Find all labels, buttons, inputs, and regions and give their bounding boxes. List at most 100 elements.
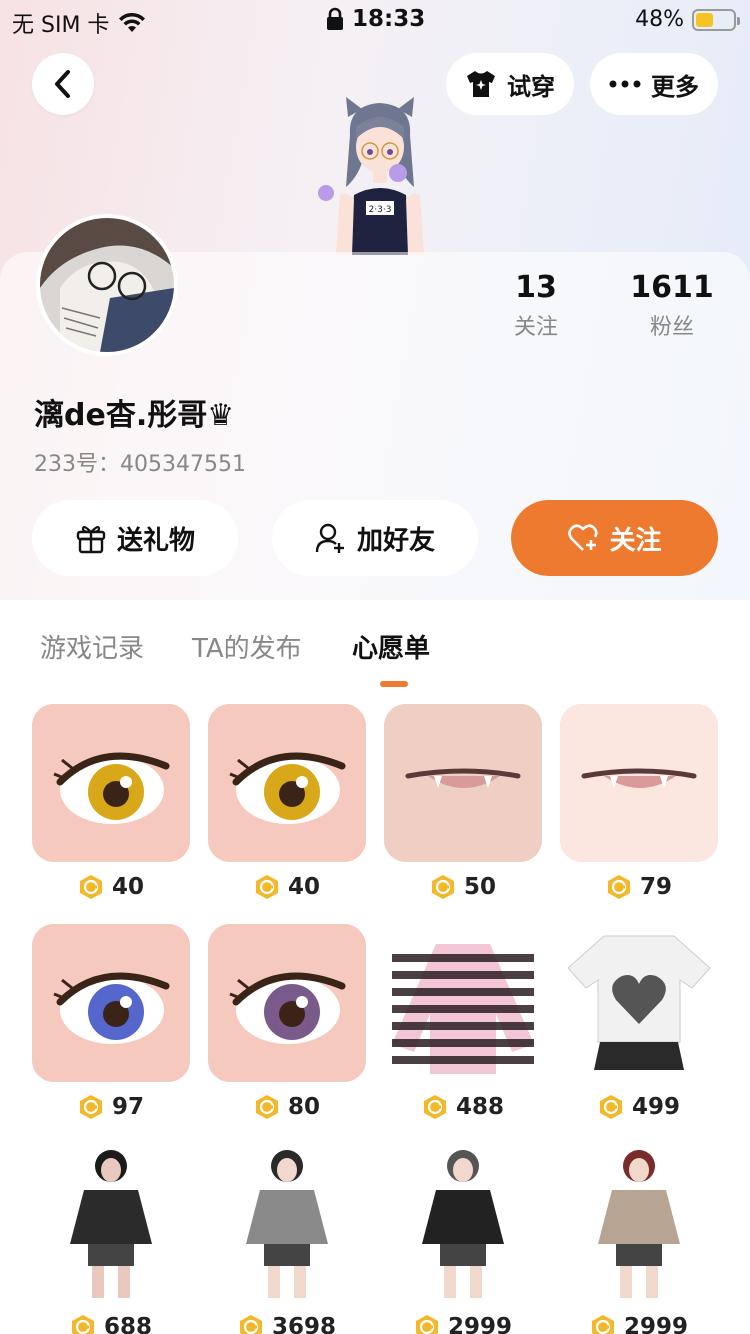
- try-on-label: 试穿: [507, 72, 555, 101]
- profile-tabs: 游戏记录 TA的发布 心愿单: [0, 600, 750, 692]
- wishlist-item-price: 3698: [208, 1314, 366, 1334]
- more-button[interactable]: 更多: [590, 53, 718, 115]
- wishlist-item-price: 40: [32, 874, 190, 900]
- wishlist-item-thumbnail: [32, 1144, 190, 1302]
- wishlist-item-thumbnail: [384, 924, 542, 1082]
- coin-icon: [431, 875, 454, 899]
- wishlist-item-price: 688: [32, 1314, 190, 1334]
- wishlist-item[interactable]: 2999: [384, 1144, 542, 1334]
- tab-wishlist[interactable]: 心愿单: [352, 628, 430, 665]
- price-value: 80: [287, 1094, 320, 1120]
- wishlist-item-thumbnail: [384, 1144, 542, 1302]
- price-value: 3698: [271, 1314, 336, 1334]
- coin-icon: [415, 1315, 438, 1334]
- wishlist-item-thumbnail: [560, 704, 718, 862]
- price-value: 488: [455, 1094, 504, 1120]
- wishlist-item[interactable]: 3698: [208, 1144, 366, 1334]
- heart-plus-icon: [568, 524, 599, 551]
- wishlist-item[interactable]: 40: [208, 704, 366, 900]
- wishlist-item-price: 79: [560, 874, 718, 900]
- clock: 18:33: [326, 6, 425, 32]
- coin-icon: [79, 875, 102, 899]
- price-value: 50: [463, 874, 496, 900]
- wishlist-item-price: 40: [208, 874, 366, 900]
- battery-level: [696, 12, 714, 27]
- wishlist-item-price: 499: [560, 1094, 718, 1120]
- wishlist-item-price: 97: [32, 1094, 190, 1120]
- svg-text:2·3·3: 2·3·3: [369, 205, 392, 215]
- price-value: 97: [111, 1094, 144, 1120]
- wishlist-item[interactable]: 488: [384, 924, 542, 1120]
- wishlist-item-price: 80: [208, 1094, 366, 1120]
- wishlist-item-thumbnail: [208, 1144, 366, 1302]
- tab-posts[interactable]: TA的发布: [192, 628, 302, 665]
- battery-icon: [692, 8, 740, 31]
- following-stat[interactable]: 13 关注: [476, 270, 596, 341]
- following-count: 13: [515, 270, 557, 305]
- coin-icon: [591, 1315, 614, 1334]
- status-bar: 无 SIM 卡 18:33 48%: [0, 0, 750, 40]
- price-value: 499: [631, 1094, 680, 1120]
- coin-icon: [255, 875, 278, 899]
- time-label: 18:33: [352, 6, 426, 32]
- send-gift-button[interactable]: 送礼物: [32, 500, 238, 576]
- lock-icon: [327, 7, 343, 30]
- try-on-button[interactable]: 试穿: [446, 53, 574, 115]
- follow-label: 关注: [609, 525, 662, 556]
- price-value: 688: [103, 1314, 152, 1334]
- user-id: 233号：405347551: [34, 452, 246, 477]
- wishlist-item[interactable]: 2999: [560, 1144, 718, 1334]
- fans-label: 粉丝: [649, 315, 694, 340]
- fans-stat[interactable]: 1611 粉丝: [612, 270, 732, 341]
- carrier-indicator: 无 SIM 卡: [12, 7, 147, 39]
- tshirt-icon: [467, 71, 495, 97]
- price-value: 40: [111, 874, 144, 900]
- price-value: 79: [639, 874, 672, 900]
- username: 漓de杳.彤哥♛: [34, 398, 235, 433]
- tab-game-records[interactable]: 游戏记录: [40, 628, 144, 665]
- more-label: 更多: [651, 72, 699, 101]
- wishlist-item-thumbnail: [208, 924, 366, 1082]
- coin-icon: [79, 1095, 102, 1119]
- add-friend-label: 加好友: [356, 525, 435, 556]
- wishlist-item-price: 2999: [384, 1314, 542, 1334]
- gift-icon: [76, 525, 106, 554]
- wishlist-item[interactable]: 97: [32, 924, 190, 1120]
- add-user-icon: [315, 523, 344, 553]
- coin-icon: [255, 1095, 278, 1119]
- wishlist-item-price: 2999: [560, 1314, 718, 1334]
- wishlist-item[interactable]: 50: [384, 704, 542, 900]
- back-button[interactable]: [32, 53, 94, 115]
- price-value: 2999: [623, 1314, 688, 1334]
- price-value: 2999: [447, 1314, 512, 1334]
- wishlist-item[interactable]: 688: [32, 1144, 190, 1334]
- wishlist-item-thumbnail: [32, 704, 190, 862]
- wishlist-item-thumbnail: [560, 924, 718, 1082]
- wishlist-item-thumbnail: [560, 1144, 718, 1302]
- coin-icon: [71, 1315, 94, 1334]
- battery-percent: 48%: [635, 7, 684, 32]
- wishlist-item[interactable]: 40: [32, 704, 190, 900]
- wishlist-item-price: 50: [384, 874, 542, 900]
- follow-button[interactable]: 关注: [511, 500, 718, 576]
- coin-icon: [599, 1095, 622, 1119]
- wishlist-item[interactable]: 499: [560, 924, 718, 1120]
- wishlist-item-thumbnail: [208, 704, 366, 862]
- coin-icon: [423, 1095, 446, 1119]
- wishlist-item[interactable]: 79: [560, 704, 718, 900]
- avatar-character-figure: 2·3·3: [318, 97, 424, 255]
- coin-icon: [607, 875, 630, 899]
- send-gift-label: 送礼物: [116, 525, 195, 556]
- fans-count: 1611: [630, 270, 714, 305]
- ellipsis-icon: [609, 80, 641, 88]
- avatar-photo: [40, 218, 174, 352]
- add-friend-button[interactable]: 加好友: [272, 500, 478, 576]
- active-tab-indicator: [380, 681, 408, 687]
- wishlist-item-price: 488: [384, 1094, 542, 1120]
- coin-icon: [239, 1315, 262, 1334]
- wifi-icon: [119, 12, 146, 32]
- avatar[interactable]: [36, 214, 178, 356]
- chevron-left-icon: [55, 70, 70, 98]
- wishlist-item[interactable]: 80: [208, 924, 366, 1120]
- carrier-label: 无 SIM 卡: [12, 13, 110, 38]
